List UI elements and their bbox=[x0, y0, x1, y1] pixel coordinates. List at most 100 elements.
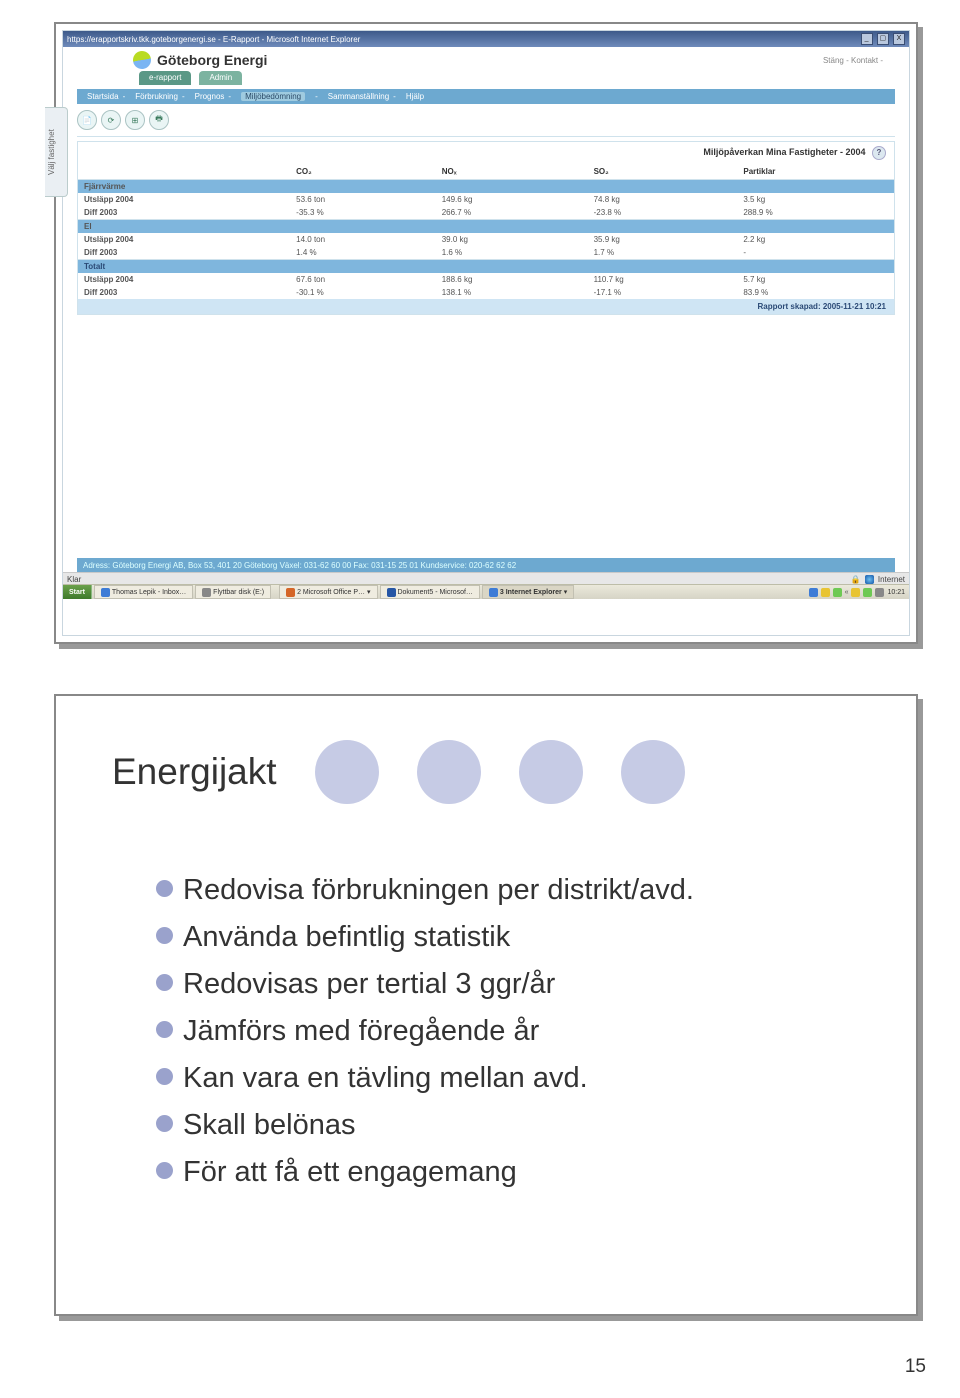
start-button[interactable]: Start bbox=[63, 585, 92, 599]
menu-prognos[interactable]: Prognos - bbox=[195, 92, 231, 101]
report-title: Miljöpåverkan Mina Fastigheter - 2004 bbox=[703, 147, 865, 157]
maximize-icon[interactable]: ▢ bbox=[877, 33, 889, 45]
list-item: För att få ett engagemang bbox=[156, 1150, 836, 1195]
report-footer: Rapport skapad: 2005-11-21 10:21 bbox=[78, 299, 894, 314]
list-item: Redovisa förbrukningen per distrikt/avd. bbox=[156, 868, 836, 913]
top-tabs: e-rapport Admin bbox=[63, 69, 909, 89]
table-row: Diff 2003 -35.3 % 266.7 % -23.8 % 288.9 … bbox=[78, 206, 894, 220]
goteborg-energi-icon bbox=[132, 50, 153, 71]
taskbar-item[interactable]: 2 Microsoft Office P… ▾ bbox=[279, 585, 377, 599]
tray-icon[interactable] bbox=[863, 588, 872, 597]
slide-title-row: Energijakt bbox=[112, 740, 685, 804]
disk-icon bbox=[202, 588, 211, 597]
decor-circle bbox=[621, 740, 685, 804]
col-nox: NOₓ bbox=[436, 164, 588, 180]
tab-erapport[interactable]: e-rapport bbox=[139, 71, 191, 85]
taskbar-item[interactable]: Flyttbar disk (E:) bbox=[195, 585, 271, 599]
slide-title: Energijakt bbox=[112, 751, 277, 793]
tab-admin[interactable]: Admin bbox=[199, 71, 242, 85]
slide-1-frame: https://erapportskriv.tkk.goteborgenergi… bbox=[54, 22, 918, 644]
menu-sammanstallning[interactable]: Sammanställning - bbox=[328, 92, 396, 101]
brand-right-links[interactable]: Stäng - Kontakt - bbox=[823, 56, 883, 65]
brand-row: Göteborg Energi Stäng - Kontakt - bbox=[63, 47, 909, 69]
col-partiklar: Partiklar bbox=[737, 164, 894, 180]
help-icon[interactable]: ? bbox=[872, 146, 886, 160]
menu-hjalp[interactable]: Hjälp bbox=[406, 92, 424, 101]
bullet-list: Redovisa förbrukningen per distrikt/avd.… bbox=[156, 866, 836, 1197]
table-row: Utsläpp 2004 67.6 ton 188.6 kg 110.7 kg … bbox=[78, 273, 894, 286]
minimize-icon[interactable]: _ bbox=[861, 33, 873, 45]
brand-name: Göteborg Energi bbox=[157, 52, 267, 68]
bullet-icon bbox=[156, 927, 173, 944]
bullet-icon bbox=[156, 974, 173, 991]
security-zone: 🔒 Internet bbox=[851, 575, 905, 584]
globe-icon bbox=[865, 575, 874, 584]
menu-startsida[interactable]: Startsida - bbox=[87, 92, 125, 101]
window-controls: _ ▢ X bbox=[859, 33, 905, 45]
address-footer: Adress: Göteborg Energi AB, Box 53, 401 … bbox=[77, 558, 895, 573]
report-table: CO₂ NOₓ SO₂ Partiklar Fjärrvärme Utsläpp… bbox=[78, 164, 894, 299]
ie-window: https://erapportskriv.tkk.goteborgenergi… bbox=[62, 30, 910, 636]
clock: 10:21 bbox=[887, 589, 905, 596]
toolbar-print-icon[interactable]: 🖶 bbox=[149, 110, 169, 130]
outlook-icon bbox=[101, 588, 110, 597]
chevron-down-icon: ▾ bbox=[564, 588, 568, 596]
ie-window-title: https://erapportskriv.tkk.goteborgenergi… bbox=[67, 35, 360, 44]
decor-circle bbox=[417, 740, 481, 804]
report-title-row: Miljöpåverkan Mina Fastigheter - 2004 ? bbox=[78, 142, 894, 164]
col-co2: CO₂ bbox=[290, 164, 436, 180]
toolbar: 📄 ⟳ ⊞ 🖶 bbox=[63, 104, 909, 136]
table-header-row: CO₂ NOₓ SO₂ Partiklar bbox=[78, 164, 894, 180]
tray-icon[interactable] bbox=[851, 588, 860, 597]
system-tray: « 10:21 bbox=[805, 588, 909, 597]
section-totalt: Totalt bbox=[78, 260, 894, 274]
chevron-down-icon: ▾ bbox=[367, 588, 371, 596]
bullet-icon bbox=[156, 1068, 173, 1085]
decor-circle bbox=[519, 740, 583, 804]
bullet-icon bbox=[156, 1021, 173, 1038]
menubar: Startsida - Förbrukning - Prognos - Milj… bbox=[77, 89, 895, 104]
ie-titlebar: https://erapportskriv.tkk.goteborgenergi… bbox=[63, 31, 909, 47]
toolbar-excel-icon[interactable]: ⊞ bbox=[125, 110, 145, 130]
side-tab-choose-property[interactable]: Välj fastighet bbox=[45, 107, 68, 197]
tray-icon[interactable] bbox=[875, 588, 884, 597]
close-icon[interactable]: X bbox=[893, 33, 905, 45]
status-text: Klar bbox=[67, 575, 81, 584]
list-item: Skall belönas bbox=[156, 1103, 836, 1148]
tray-shield-icon[interactable] bbox=[821, 588, 830, 597]
page-number: 15 bbox=[905, 1356, 926, 1378]
zone-label: Internet bbox=[878, 575, 905, 584]
list-item: Använda befintlig statistik bbox=[156, 915, 836, 960]
taskbar-item[interactable]: Thomas Lepik - Inbox… bbox=[94, 585, 193, 599]
toolbar-pdf-icon[interactable]: 📄 bbox=[77, 110, 97, 130]
table-row: Diff 2003 -30.1 % 138.1 % -17.1 % 83.9 % bbox=[78, 286, 894, 299]
col-so2: SO₂ bbox=[588, 164, 738, 180]
list-item: Kan vara en tävling mellan avd. bbox=[156, 1056, 836, 1101]
list-item: Redovisas per tertial 3 ggr/år bbox=[156, 962, 836, 1007]
tray-network-icon[interactable] bbox=[833, 588, 842, 597]
section-el: El bbox=[78, 220, 894, 234]
bullet-icon bbox=[156, 880, 173, 897]
decor-circle bbox=[315, 740, 379, 804]
table-row: Utsläpp 2004 14.0 ton 39.0 kg 35.9 kg 2.… bbox=[78, 233, 894, 246]
word-icon bbox=[387, 588, 396, 597]
lock-icon: 🔒 bbox=[851, 575, 861, 584]
report-panel: Miljöpåverkan Mina Fastigheter - 2004 ? … bbox=[77, 141, 895, 315]
slide-2-frame: Energijakt Redovisa förbrukningen per di… bbox=[54, 694, 918, 1316]
menu-forbrukning[interactable]: Förbrukning - bbox=[135, 92, 184, 101]
toolbar-refresh-icon[interactable]: ⟳ bbox=[101, 110, 121, 130]
bullet-icon bbox=[156, 1115, 173, 1132]
bullet-icon bbox=[156, 1162, 173, 1179]
taskbar-item-active[interactable]: 3 Internet Explorer ▾ bbox=[482, 585, 574, 599]
menu-miljobedomning[interactable]: Miljöbedömning bbox=[241, 92, 305, 101]
windows-taskbar: Start Thomas Lepik - Inbox… Flyttbar dis… bbox=[63, 584, 909, 599]
divider bbox=[77, 136, 895, 137]
ie-icon bbox=[489, 588, 498, 597]
section-fjarrvarme: Fjärrvärme bbox=[78, 180, 894, 194]
tray-ie-icon[interactable] bbox=[809, 588, 818, 597]
list-item: Jämförs med föregående år bbox=[156, 1009, 836, 1054]
taskbar-item[interactable]: Dokument5 - Microsof… bbox=[380, 585, 480, 599]
powerpoint-icon bbox=[286, 588, 295, 597]
ie-viewport: Välj fastighet Göteborg Energi Stäng - K… bbox=[63, 47, 909, 599]
table-row: Diff 2003 1.4 % 1.6 % 1.7 % - bbox=[78, 246, 894, 260]
